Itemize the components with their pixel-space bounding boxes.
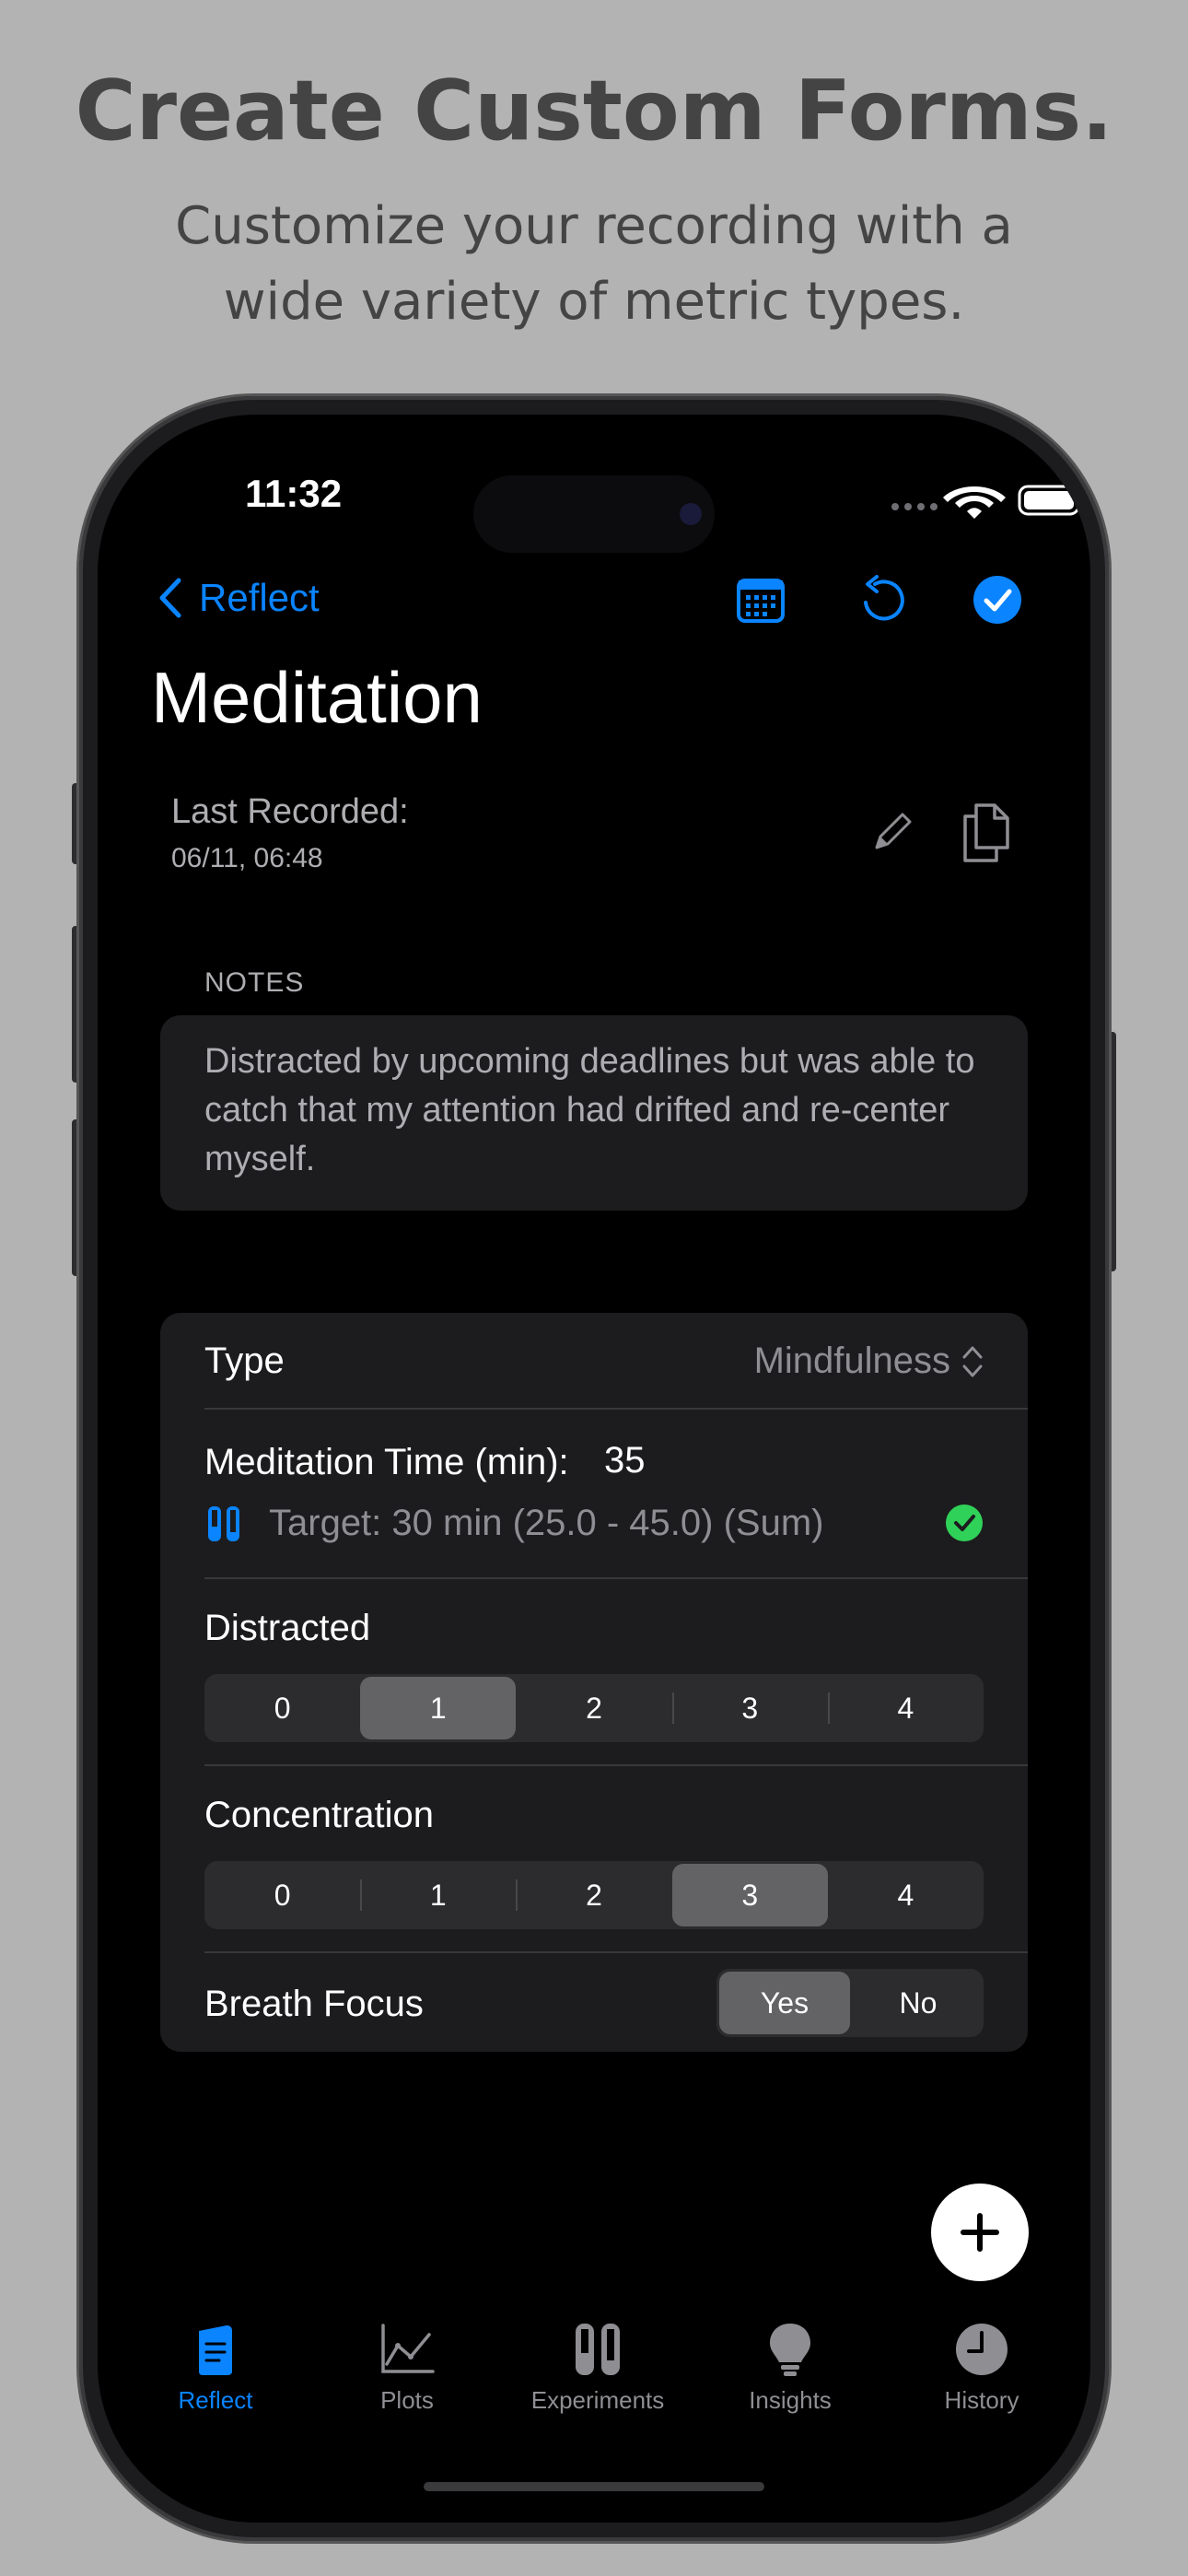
promo-subline-line-1: Customize your recording with a	[175, 196, 1013, 256]
add-metric-button[interactable]	[931, 2184, 1029, 2281]
concentration-option-2[interactable]: 2	[516, 1861, 671, 1929]
back-button-label: Reflect	[199, 576, 320, 619]
undo-button[interactable]	[858, 575, 906, 631]
concentration-option-0[interactable]: 0	[204, 1861, 360, 1929]
tab-experiments[interactable]: Experiments	[506, 2322, 690, 2415]
tab-bar: Reflect Plots Experiments Insights Histo…	[98, 2322, 1090, 2469]
status-icons	[886, 479, 1089, 524]
type-label: Type	[204, 1341, 285, 1381]
type-picker-value: Mindfulness	[753, 1341, 950, 1381]
tab-reflect[interactable]: Reflect	[123, 2322, 308, 2415]
chevron-left-icon	[159, 578, 181, 618]
promo-subline-line-2: wide variety of metric types.	[223, 272, 965, 332]
experiments-icon	[576, 2324, 620, 2375]
distracted-option-3[interactable]: 3	[671, 1674, 828, 1742]
type-picker[interactable]: Mindfulness	[754, 1341, 984, 1382]
pencil-icon	[875, 813, 912, 849]
notes-section-label: NOTES	[204, 967, 305, 998]
meditation-time-label: Meditation Time (min):	[204, 1442, 569, 1482]
concentration-option-1-label: 1	[429, 1878, 447, 1912]
plus-icon	[961, 2213, 999, 2252]
meditation-time-input[interactable]: 35	[604, 1440, 646, 1481]
target-met-icon	[945, 1504, 984, 1547]
distracted-option-4[interactable]: 4	[827, 1674, 984, 1742]
breath-focus-no[interactable]: No	[853, 1969, 984, 2037]
distracted-option-1[interactable]: 1	[360, 1677, 517, 1739]
promo-subline: Customize your recording with a wide var…	[0, 189, 1188, 340]
distracted-segmented-control[interactable]: 0 1 2 3 4	[204, 1674, 984, 1742]
distracted-option-2[interactable]: 2	[516, 1674, 671, 1742]
calendar-icon	[737, 579, 785, 623]
tab-plots[interactable]: Plots	[315, 2322, 499, 2415]
reflect-icon	[199, 2325, 232, 2375]
segment-separator	[827, 1692, 830, 1724]
distracted-label: Distracted	[204, 1608, 371, 1648]
page-title: Meditation	[151, 657, 483, 738]
camera-icon	[680, 503, 702, 525]
metrics-form-card: Type Mindfulness Meditation Time (min): …	[160, 1313, 1028, 2052]
dynamic-island	[473, 475, 715, 553]
phone-screen: 11:32 Reflect Meditation Last Recorded: …	[98, 415, 1090, 2523]
target-text: Target: 30 min (25.0 - 45.0) (Sum)	[269, 1503, 824, 1543]
concentration-option-1[interactable]: 1	[360, 1861, 516, 1929]
test-tubes-icon	[204, 1505, 243, 1548]
notes-text[interactable]: Distracted by upcoming deadlines but was…	[204, 1037, 996, 1184]
battery-icon	[1018, 485, 1086, 516]
distracted-option-4-label: 4	[897, 1691, 914, 1725]
chevron-up-down-icon	[962, 1346, 983, 1376]
plots-icon	[381, 2324, 435, 2373]
status-icons-graphic	[891, 485, 1086, 519]
promo-headline: Create Custom Forms.	[75, 63, 1113, 159]
divider	[204, 1951, 1028, 1953]
segment-separator	[360, 1879, 363, 1911]
segment-separator	[671, 1692, 674, 1724]
home-indicator[interactable]	[424, 2482, 764, 2491]
tab-insights-label: Insights	[749, 2386, 832, 2414]
checkmark-circle-icon	[973, 576, 1021, 624]
duplicate-icon	[963, 803, 1009, 862]
distracted-option-0[interactable]: 0	[204, 1674, 360, 1742]
concentration-option-4[interactable]: 4	[828, 1861, 984, 1929]
last-recorded-label: Last Recorded:	[171, 792, 409, 831]
distracted-option-3-label: 3	[741, 1691, 759, 1725]
tab-history[interactable]: History	[890, 2322, 1074, 2415]
cellular-icon	[891, 503, 938, 510]
breath-focus-yes[interactable]: Yes	[719, 1972, 850, 2034]
wifi-icon	[943, 486, 1006, 519]
tab-insights[interactable]: Insights	[698, 2322, 882, 2415]
concentration-segmented-control[interactable]: 0 1 2 3 4	[204, 1861, 984, 1929]
segment-separator	[516, 1879, 518, 1911]
concentration-option-3[interactable]: 3	[671, 1864, 828, 1926]
copy-button[interactable]	[960, 802, 1013, 869]
insights-icon	[770, 2324, 810, 2376]
tab-history-label: History	[944, 2386, 1019, 2414]
back-button[interactable]: Reflect	[158, 576, 320, 620]
divider	[204, 1764, 1028, 1766]
breath-focus-toggle[interactable]: Yes No	[716, 1969, 984, 2037]
divider	[204, 1577, 1028, 1579]
confirm-button[interactable]	[973, 575, 1022, 629]
undo-icon	[864, 575, 904, 621]
tab-reflect-label: Reflect	[178, 2386, 253, 2414]
edit-button[interactable]	[871, 809, 915, 858]
history-icon	[956, 2324, 1007, 2375]
tab-plots-label: Plots	[380, 2386, 434, 2414]
tab-experiments-label: Experiments	[530, 2386, 665, 2414]
divider	[204, 1408, 1028, 1410]
last-recorded-value: 06/11, 06:48	[171, 843, 323, 873]
status-time: 11:32	[245, 472, 343, 515]
concentration-label: Concentration	[204, 1795, 435, 1835]
calendar-button[interactable]	[737, 577, 785, 627]
notes-field[interactable]: Distracted by upcoming deadlines but was…	[160, 1015, 1028, 1211]
concentration-option-2-label: 2	[586, 1878, 602, 1912]
breath-focus-label: Breath Focus	[204, 1984, 424, 2024]
